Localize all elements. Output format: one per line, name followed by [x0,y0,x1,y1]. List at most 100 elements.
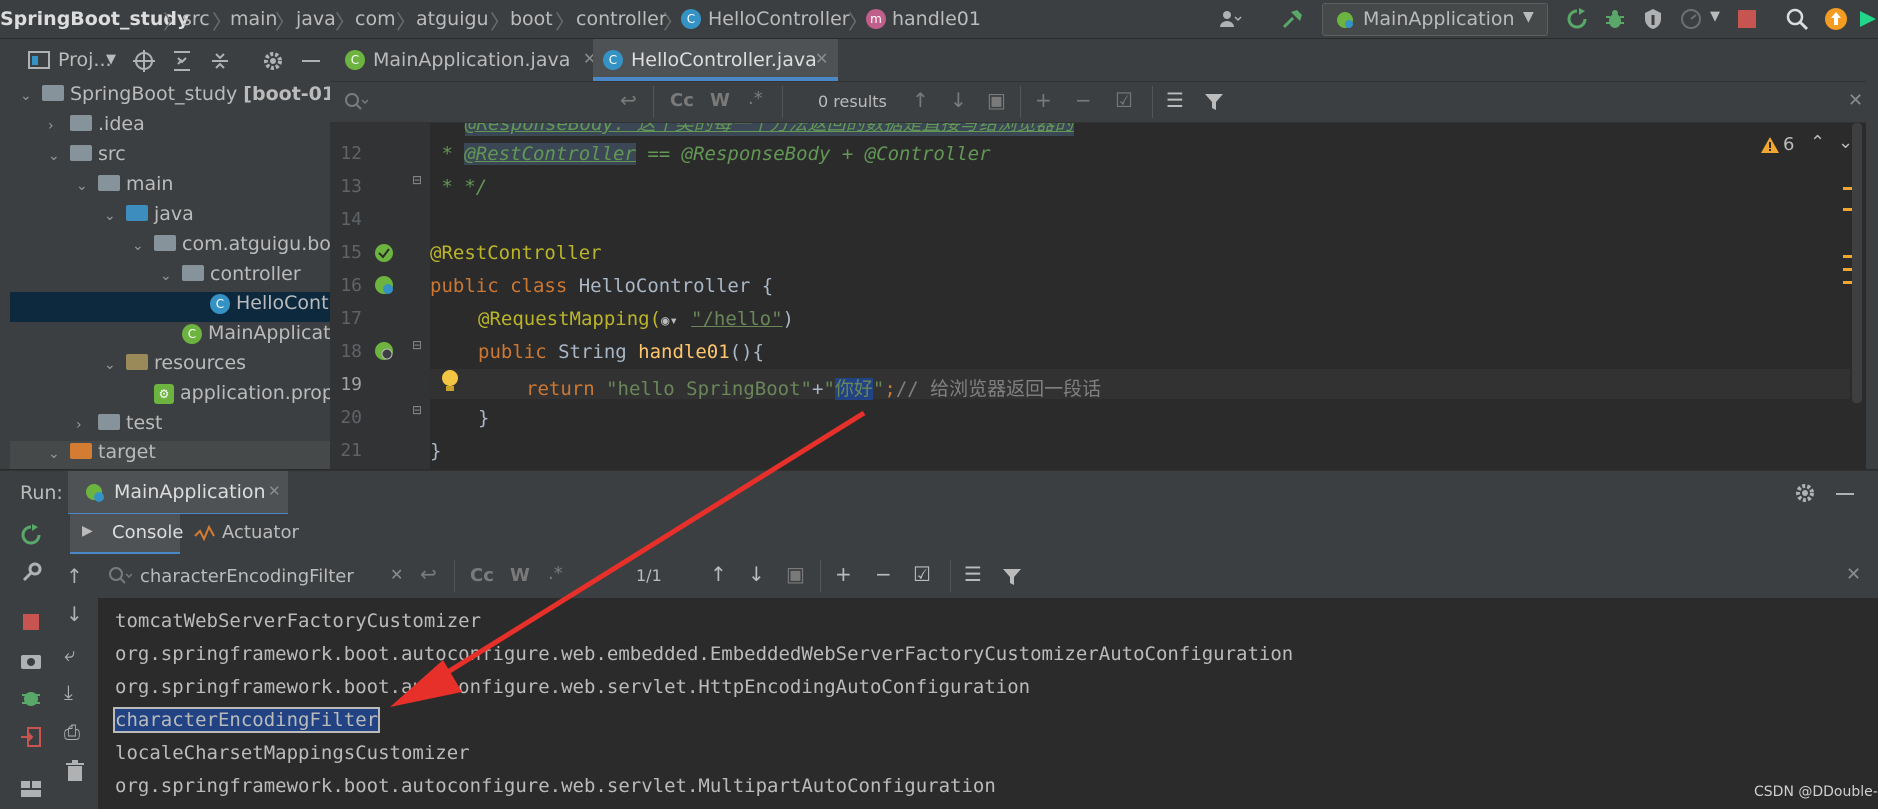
spring-bean-gutter-icon[interactable] [372,273,396,297]
add-occurrence-icon[interactable]: + [835,562,852,586]
tree-item-target[interactable]: ⌄ target [10,441,330,469]
console-search-input[interactable] [138,561,382,591]
breadcrumb-com[interactable]: com [355,8,396,30]
minimize-icon[interactable] [1836,493,1854,495]
add-occurrence-icon[interactable]: + [1035,88,1052,112]
fold-icon[interactable]: ⊟ [412,338,422,352]
arrow-down-icon[interactable]: ↓ [66,602,83,626]
tree-item-module[interactable]: ⌄ SpringBoot_study [boot-01-h [10,83,357,113]
spring-bean-gutter-icon[interactable] [372,241,396,265]
globe-icon[interactable]: ◉▾ [661,313,691,329]
breadcrumb-atguigu[interactable]: atguigu [416,8,489,30]
tab-hellocontroller[interactable]: C HelloController.java ✕ [593,39,838,81]
breadcrumb-class[interactable]: HelloController [708,8,850,30]
more-run-options-icon[interactable]: ▼ [1710,9,1720,24]
tab-actuator[interactable]: Actuator [194,514,314,552]
tab-console[interactable]: ▶ Console [70,514,183,555]
soft-wrap-icon[interactable]: ⤶ [64,642,75,666]
fold-icon[interactable]: ⊟ [412,403,422,417]
rerun-icon[interactable] [1565,7,1589,31]
close-icon[interactable]: ✕ [1846,564,1861,585]
match-case-button[interactable]: Cc [670,90,694,111]
coverage-icon[interactable] [1641,7,1665,31]
breadcrumb-java[interactable]: java [296,8,336,30]
request-mapping-gutter-icon[interactable] [372,339,396,363]
breadcrumb-src[interactable]: src [182,8,210,30]
match-case-button[interactable]: Cc [470,565,494,586]
profiler-icon[interactable] [1679,7,1703,31]
filter-options-icon[interactable]: ☰ [1166,88,1184,112]
tree-item-application-properties[interactable]: ⚙ application.prope [10,382,330,412]
filter-options-icon[interactable]: ☰ [964,562,982,586]
tree-item-mainapplication[interactable]: C MainApplicati [10,322,330,352]
breadcrumb-main[interactable]: main [230,8,277,30]
next-occurrence-icon[interactable]: ↓ [950,88,967,112]
filter-icon[interactable] [1204,92,1224,112]
tree-item-src[interactable]: ⌄ src [10,143,330,173]
chevron-down-icon[interactable]: ⌄ [1838,132,1853,153]
tree-item-package[interactable]: ⌄ com.atguigu.boo [10,233,330,263]
select-occurrences-icon[interactable]: ☑ [1115,88,1133,112]
user-icon[interactable] [1218,7,1242,31]
build-hammer-icon[interactable] [1281,7,1305,31]
expand-all-icon[interactable] [172,50,192,72]
regex-button[interactable]: .* [748,88,763,109]
tree-item-controller[interactable]: ⌄ controller [10,263,330,293]
update-available-icon[interactable] [1824,7,1848,31]
new-line-icon[interactable]: ↩ [420,562,437,586]
close-icon[interactable]: ✕ [815,49,828,68]
clear-search-icon[interactable]: ✕ [390,565,403,584]
words-button[interactable]: W [710,90,730,111]
gear-icon[interactable] [1794,482,1816,504]
stop-icon[interactable] [23,614,39,630]
trash-icon[interactable] [64,760,86,782]
breadcrumb-method[interactable]: handle01 [892,8,981,30]
breadcrumb-project[interactable]: SpringBoot_study [0,8,189,30]
chevron-down-icon[interactable]: ▼ [106,52,116,67]
gear-icon[interactable] [262,50,284,72]
close-icon[interactable]: ✕ [1848,90,1863,111]
locate-target-icon[interactable] [133,50,155,72]
warning-icon[interactable] [1760,136,1780,154]
remove-occurrence-icon[interactable]: − [1075,88,1092,112]
lightbulb-icon[interactable] [438,368,462,396]
tab-run-mainapplication[interactable]: MainApplication ✕ [68,471,288,516]
minimize-icon[interactable] [302,60,320,62]
find-input[interactable] [374,88,528,116]
words-button[interactable]: W [510,565,530,586]
layout-icon[interactable] [20,778,42,800]
tree-item-resources[interactable]: ⌄ resources [10,352,330,382]
select-occurrences-icon[interactable]: ☑ [913,562,931,586]
new-line-icon[interactable]: ↩ [620,88,637,112]
close-icon[interactable]: ✕ [268,482,281,500]
fold-icon[interactable]: ⊟ [412,173,422,187]
debug-bug-icon[interactable] [1603,7,1627,31]
tree-item-test[interactable]: › test [10,412,330,442]
tree-item-main[interactable]: ⌄ main [10,173,330,203]
previous-occurrence-icon[interactable]: ↑ [710,562,727,586]
project-view-label[interactable]: Proj... [58,49,112,71]
stop-icon[interactable] [1738,10,1756,28]
exit-icon[interactable] [20,726,42,748]
select-all-occurrences-icon[interactable]: ▣ [987,88,1006,112]
previous-occurrence-icon[interactable]: ↑ [912,88,929,112]
regex-button[interactable]: .* [548,563,563,584]
next-occurrence-icon[interactable]: ↓ [748,562,765,586]
arrow-up-icon[interactable]: ↑ [66,564,83,588]
collapse-all-icon[interactable] [210,50,230,72]
tree-item-idea[interactable]: › .idea [10,113,330,143]
tree-item-java[interactable]: ⌄ java [10,203,330,233]
wrench-icon[interactable] [20,562,42,584]
breadcrumb-boot[interactable]: boot [510,8,553,30]
select-all-occurrences-icon[interactable]: ▣ [786,562,805,586]
spring-bug-icon[interactable] [20,688,42,710]
rerun-icon[interactable] [20,524,42,546]
camera-icon[interactable] [20,649,42,671]
filter-icon[interactable] [1002,567,1022,587]
search-icon[interactable] [1785,7,1809,31]
warning-count[interactable]: 6 [1783,134,1794,155]
remove-occurrence-icon[interactable]: − [875,562,892,586]
breadcrumb-controller[interactable]: controller [576,8,667,30]
print-icon[interactable]: ⎙ [64,720,80,744]
chevron-up-icon[interactable]: ⌃ [1810,132,1825,153]
